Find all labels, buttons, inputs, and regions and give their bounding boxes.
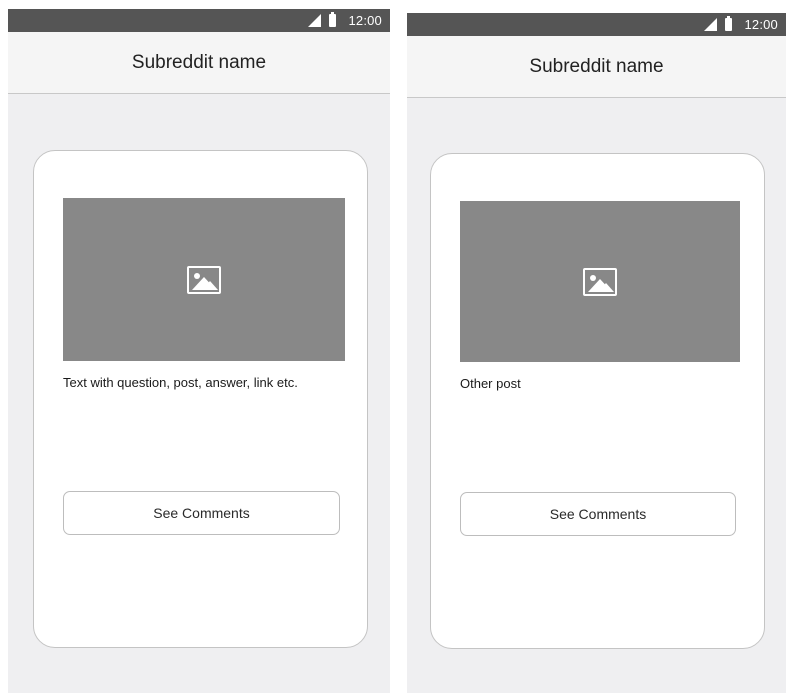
- status-bar: 12:00: [8, 9, 390, 32]
- status-icons: 12:00: [704, 13, 778, 36]
- image-icon: [583, 267, 617, 296]
- mockup-stage: 12:00 Subreddit name Text with question,…: [0, 0, 786, 693]
- image-icon-mountain-small: [598, 282, 614, 292]
- status-bar: 12:00: [407, 13, 786, 36]
- post-text: Text with question, post, answer, link e…: [63, 375, 298, 390]
- post-image-placeholder[interactable]: [460, 201, 740, 362]
- phone-screen-1: 12:00 Subreddit name Text with question,…: [8, 9, 390, 693]
- post-image-placeholder[interactable]: [63, 198, 345, 361]
- see-comments-button[interactable]: See Comments: [63, 491, 340, 535]
- see-comments-button[interactable]: See Comments: [460, 492, 736, 536]
- post-card[interactable]: Other post See Comments: [430, 153, 765, 649]
- app-bar: Subreddit name: [8, 32, 390, 94]
- status-icons: 12:00: [308, 9, 382, 32]
- page-title: Subreddit name: [131, 51, 267, 73]
- app-bar: Subreddit name: [407, 36, 786, 98]
- signal-icon: [704, 18, 718, 31]
- status-time: 12:00: [744, 17, 778, 32]
- status-time: 12:00: [348, 13, 382, 28]
- battery-icon: [725, 16, 733, 31]
- signal-icon: [308, 14, 322, 27]
- phone-screen-2: 12:00 Subreddit name Other post See Comm…: [407, 13, 786, 693]
- battery-icon: [329, 12, 337, 27]
- post-text: Other post: [460, 376, 521, 391]
- image-icon-mountain-small: [202, 280, 218, 290]
- image-icon: [187, 265, 221, 294]
- page-title: Subreddit name: [529, 55, 664, 77]
- post-card[interactable]: Text with question, post, answer, link e…: [33, 150, 368, 648]
